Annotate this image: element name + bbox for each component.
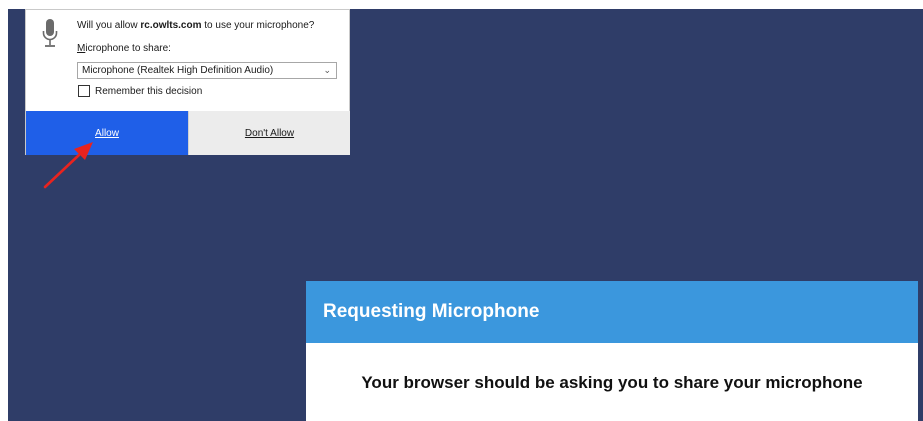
red-arrow-icon bbox=[43, 142, 93, 189]
microphone-device-select[interactable]: Microphone (Realtek High Definition Audi… bbox=[77, 62, 337, 79]
card-header: Requesting Microphone bbox=[306, 281, 918, 343]
dont-allow-button-label: Don't Allow bbox=[244, 127, 295, 139]
site-domain: rc.owlts.com bbox=[140, 20, 202, 31]
microphone-permission-popup: Will you allow rc.owlts.com to use your … bbox=[25, 9, 350, 155]
dont-allow-button[interactable]: Don't Allow bbox=[188, 111, 350, 155]
chevron-down-icon: ⌄ bbox=[323, 65, 331, 75]
microphone-icon bbox=[42, 19, 58, 47]
remember-decision-checkbox[interactable] bbox=[78, 85, 90, 97]
requesting-microphone-card: Requesting Microphone Your browser shoul… bbox=[306, 281, 918, 421]
remember-decision-option[interactable]: Remember this decision bbox=[78, 85, 202, 97]
page-background: Will you allow rc.owlts.com to use your … bbox=[8, 9, 923, 421]
permission-question: Will you allow rc.owlts.com to use your … bbox=[77, 20, 314, 31]
card-title: Requesting Microphone bbox=[323, 301, 540, 322]
question-prefix: Will you allow bbox=[77, 20, 141, 31]
card-message: Your browser should be asking you to sha… bbox=[361, 373, 863, 392]
remember-decision-label: Remember this decision bbox=[95, 85, 203, 97]
device-select-value: Microphone (Realtek High Definition Audi… bbox=[82, 65, 274, 76]
question-suffix: to use your microphone? bbox=[201, 20, 315, 31]
share-label-text: icrophone to share: bbox=[85, 43, 171, 54]
card-body: Your browser should be asking you to sha… bbox=[306, 343, 918, 421]
microphone-share-label: Microphone to share: bbox=[77, 43, 171, 54]
